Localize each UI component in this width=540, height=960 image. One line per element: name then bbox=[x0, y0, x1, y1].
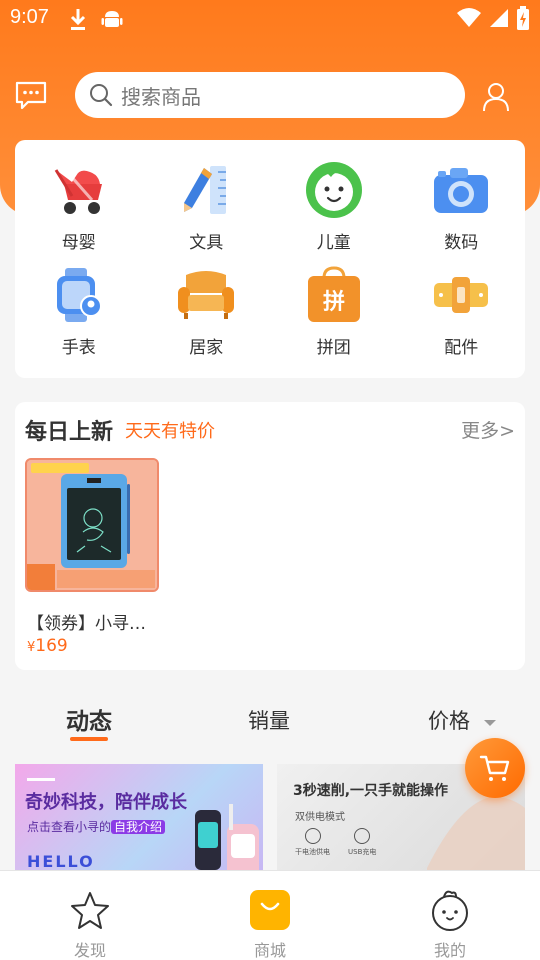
status-bar: 9:07 bbox=[0, 0, 540, 38]
tab-dynamic[interactable]: 动态 bbox=[66, 702, 112, 736]
nav-label: 我的 bbox=[433, 941, 466, 960]
search-input[interactable]: 搜索商品 bbox=[75, 72, 465, 118]
category-accessories[interactable]: 配件 bbox=[398, 265, 526, 358]
banner-divider bbox=[27, 778, 55, 781]
pencil-ruler-icon bbox=[184, 166, 227, 214]
category-mother-baby[interactable]: 母婴 bbox=[15, 160, 143, 253]
tab-price-label: 价格 bbox=[428, 709, 470, 733]
category-stationery[interactable]: 文具 bbox=[143, 160, 271, 253]
category-watch[interactable]: 手表 bbox=[15, 265, 143, 358]
nav-discover[interactable]: 发现 bbox=[30, 871, 150, 960]
cart-fab-button[interactable] bbox=[465, 738, 525, 798]
category-label: 儿童 bbox=[316, 233, 351, 253]
battery-icon bbox=[517, 6, 529, 30]
category-panel: 母婴 文具 儿童 数码 手表 居家 拼 拼团 配件 bbox=[15, 140, 525, 378]
download-icon bbox=[70, 9, 86, 30]
camera-icon bbox=[434, 168, 489, 213]
daily-new-section: 每日上新 天天有特价 更多> 【领券】小寻… ¥169 bbox=[15, 402, 525, 670]
star-icon bbox=[71, 892, 109, 929]
sofa-icon bbox=[178, 271, 235, 319]
more-link[interactable]: 更多> bbox=[461, 416, 515, 443]
feature-label: USB充电 bbox=[348, 848, 377, 856]
sort-tabs: 动态 销量 价格 bbox=[0, 700, 540, 745]
feature-label: 干电池供电 bbox=[295, 848, 330, 856]
nav-label: 商城 bbox=[253, 941, 286, 960]
product-price: ¥169 bbox=[27, 636, 68, 656]
banner-highlight: 自我介绍 bbox=[111, 820, 166, 834]
watch-icon bbox=[56, 268, 102, 322]
wifi-icon bbox=[457, 8, 481, 27]
category-label: 母婴 bbox=[61, 233, 96, 253]
nav-mall[interactable]: 商城 bbox=[210, 871, 330, 960]
search-placeholder: 搜索商品 bbox=[121, 84, 201, 109]
stroller-icon bbox=[54, 165, 102, 214]
banner-title: 奇妙科技，陪伴成长 bbox=[25, 792, 187, 813]
hand-image bbox=[427, 797, 525, 874]
daily-subtitle: 天天有特价 bbox=[125, 421, 215, 442]
status-time: 9:07 bbox=[10, 6, 49, 28]
accessory-icon bbox=[434, 277, 489, 313]
feature-usb: USB充电 bbox=[348, 828, 376, 857]
tab-price[interactable]: 价格 bbox=[428, 705, 497, 735]
message-button[interactable] bbox=[14, 80, 48, 110]
price-value: 169 bbox=[35, 636, 68, 656]
feature-list: 干电池供电 USB充电 bbox=[295, 828, 376, 857]
category-digital[interactable]: 数码 bbox=[398, 160, 526, 253]
drawing-tablet-image bbox=[27, 460, 157, 590]
category-label: 数码 bbox=[444, 233, 479, 253]
banner-subtitle: 双供电模式 bbox=[295, 812, 345, 823]
banner-subtitle-text: 点击查看小寻的 bbox=[27, 820, 112, 834]
mascot-face-icon bbox=[432, 890, 468, 931]
group-buy-bag-icon: 拼 bbox=[307, 266, 360, 322]
category-children[interactable]: 儿童 bbox=[270, 160, 398, 253]
cart-icon bbox=[479, 755, 510, 781]
svg-text:拼: 拼 bbox=[323, 289, 345, 315]
bottom-navigation: 发现 商城 我的 bbox=[0, 870, 540, 960]
tab-sales[interactable]: 销量 bbox=[248, 705, 290, 735]
android-icon bbox=[101, 11, 123, 27]
category-home[interactable]: 居家 bbox=[143, 265, 271, 358]
feature-battery: 干电池供电 bbox=[295, 828, 330, 857]
category-group-buy[interactable]: 拼 拼团 bbox=[270, 265, 398, 358]
banner-subtitle: 点击查看小寻的 自我介绍 bbox=[27, 818, 166, 835]
nav-mine[interactable]: 我的 bbox=[390, 871, 510, 960]
sort-down-icon bbox=[483, 720, 496, 726]
promo-banner-intro[interactable]: 奇妙科技，陪伴成长 点击查看小寻的 自我介绍 HELLO bbox=[15, 764, 263, 874]
product-name[interactable]: 【领券】小寻… bbox=[27, 609, 146, 634]
product-image[interactable] bbox=[25, 458, 159, 592]
category-label: 配件 bbox=[444, 338, 479, 358]
active-tab-indicator bbox=[70, 737, 108, 741]
signal-icon bbox=[490, 9, 508, 27]
user-profile-button[interactable] bbox=[482, 82, 510, 112]
child-face-icon bbox=[305, 162, 362, 218]
smartwatch-image bbox=[195, 804, 259, 874]
nav-label: 发现 bbox=[73, 941, 106, 960]
daily-title: 每日上新 bbox=[25, 420, 114, 445]
banner-hello-text: HELLO bbox=[27, 852, 95, 871]
search-icon bbox=[90, 84, 113, 107]
category-label: 文具 bbox=[189, 233, 224, 253]
category-label: 拼团 bbox=[316, 338, 351, 358]
category-label: 居家 bbox=[189, 338, 224, 358]
shopping-bag-icon bbox=[250, 890, 290, 930]
category-label: 手表 bbox=[61, 338, 96, 358]
